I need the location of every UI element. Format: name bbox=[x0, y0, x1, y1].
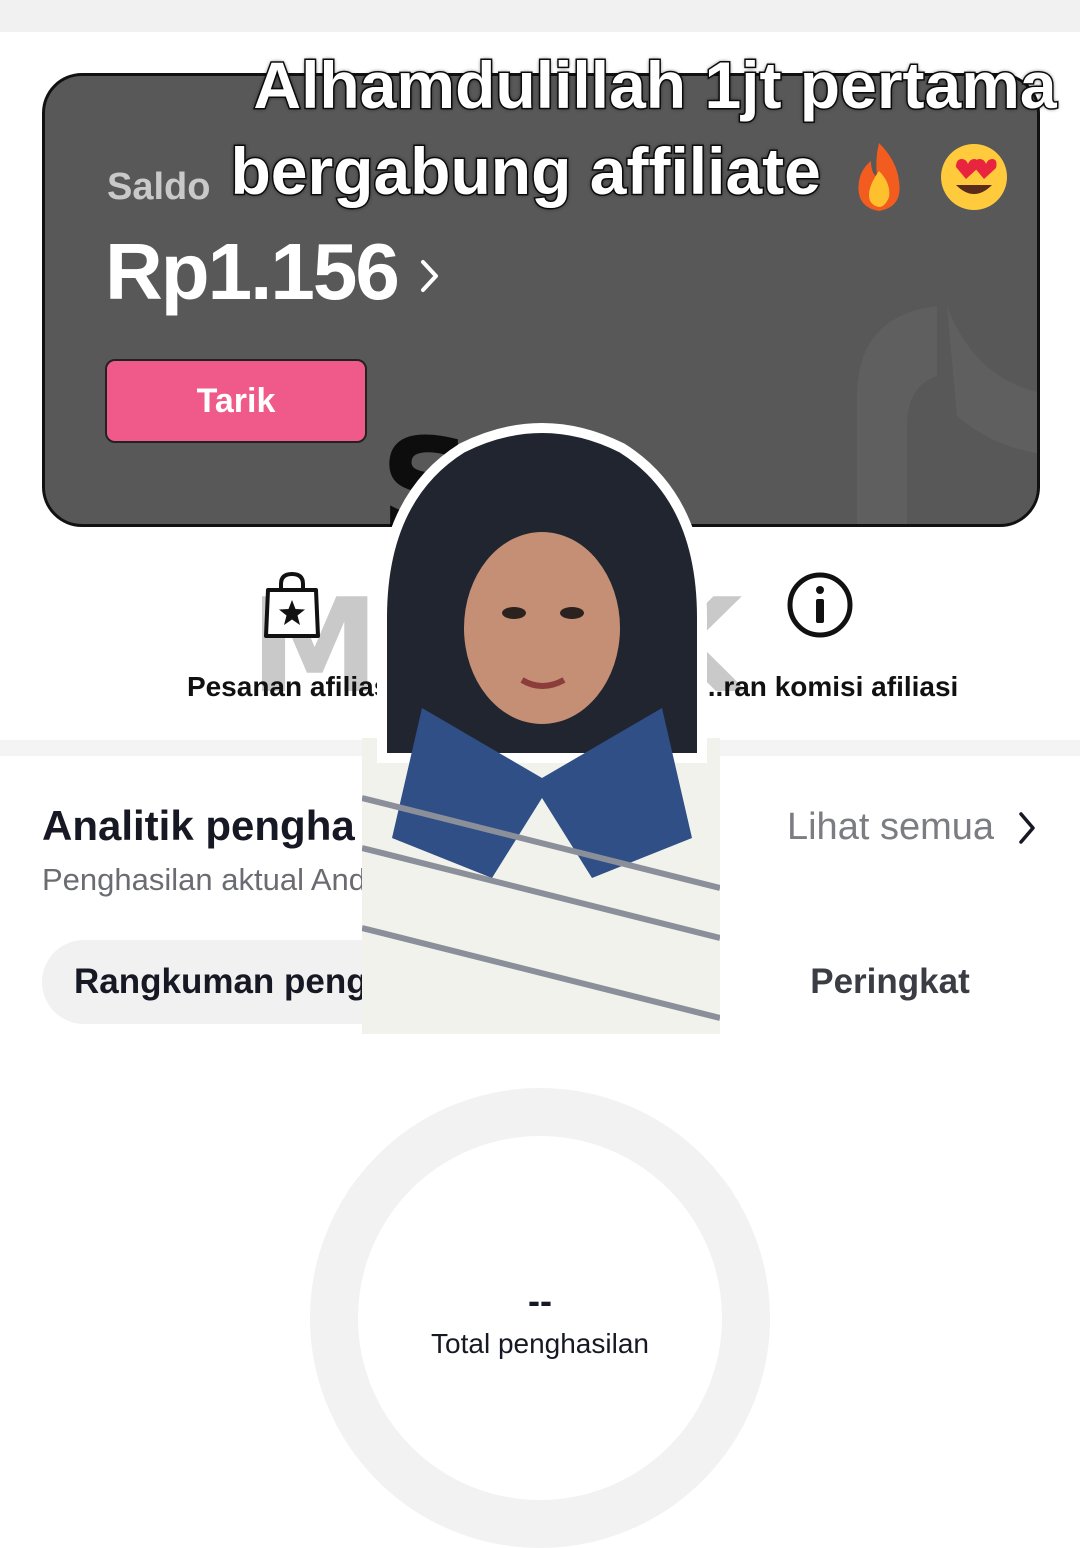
status-bar bbox=[0, 0, 1080, 32]
heart-eyes-emoji-icon bbox=[940, 143, 1007, 210]
shortcut-affiliate-commission[interactable]: ...ran komisi afiliasi bbox=[700, 570, 959, 703]
tiktok-logo-watermark bbox=[857, 306, 1037, 524]
see-all-link[interactable]: Lihat semua bbox=[787, 806, 1036, 849]
withdraw-button[interactable]: Tarik bbox=[105, 359, 367, 443]
analytics-title: Analitik pengha bbox=[42, 802, 355, 849]
caption-line-1: Alhamdulillah 1jt pertama bbox=[252, 47, 1058, 124]
tab-ranking[interactable]: Peringkat bbox=[742, 940, 1038, 1024]
total-earnings-value: -- bbox=[528, 1280, 552, 1321]
info-icon bbox=[787, 572, 853, 638]
analytics-subtitle: Penghasilan aktual And bbox=[42, 862, 367, 897]
caption-line-2-wrap: bergabung affiliate bbox=[0, 128, 1080, 214]
see-all-label: Lihat semua bbox=[786, 806, 994, 848]
total-earnings-label: Total penghasilan bbox=[431, 1328, 649, 1359]
balance-row[interactable]: Rp1.156 bbox=[105, 226, 440, 318]
shortcut-label: ...ran komisi afiliasi bbox=[700, 671, 959, 702]
caption-line-2: bergabung affiliate bbox=[229, 133, 822, 210]
chevron-right-icon bbox=[420, 260, 438, 292]
video-caption: Alhamdulillah 1jt pertama bergabung affi… bbox=[0, 42, 1080, 214]
person-video-overlay bbox=[362, 423, 720, 1034]
shopping-bag-star-icon bbox=[264, 571, 320, 638]
fire-emoji-icon bbox=[858, 142, 900, 211]
balance-amount: Rp1.156 bbox=[105, 227, 400, 316]
chevron-right-icon bbox=[1019, 811, 1035, 844]
